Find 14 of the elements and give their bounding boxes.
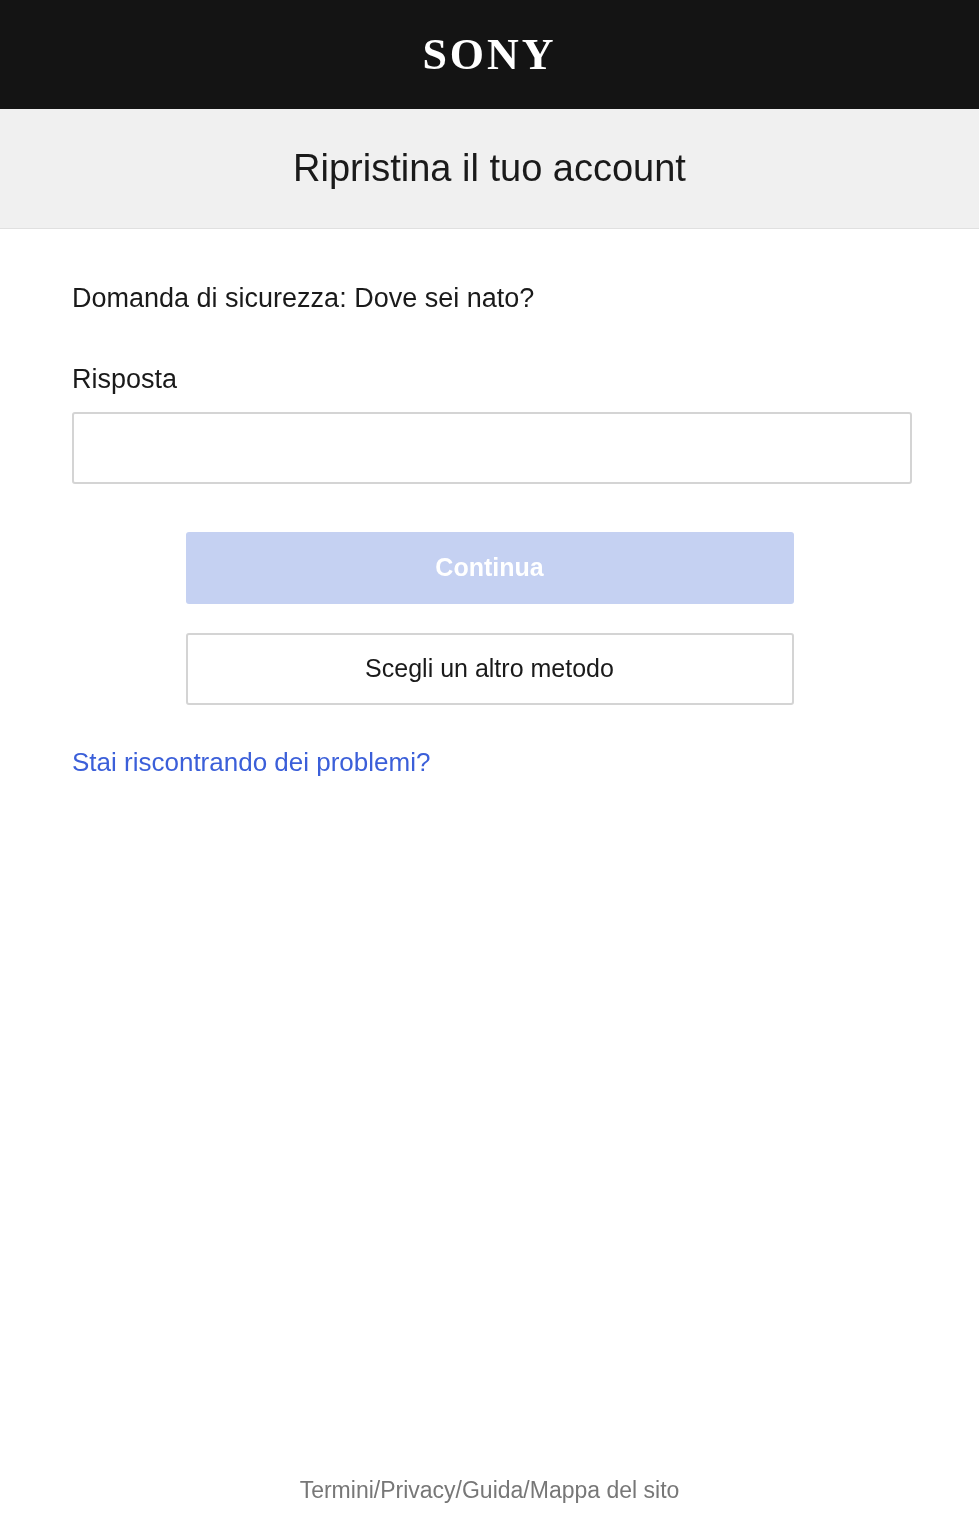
security-question: Domanda di sicurezza: Dove sei nato? (72, 282, 536, 315)
alternate-method-button[interactable]: Scegli un altro metodo (185, 633, 794, 705)
separator: / (373, 1476, 381, 1505)
footer-link[interactable]: Termini (299, 1475, 374, 1505)
logo: SONY (422, 32, 557, 77)
footer-link[interactable]: Mappa del sito (529, 1475, 680, 1505)
page-title: Ripristina il tuo account (293, 146, 686, 191)
separator: / (455, 1476, 462, 1505)
answer-field[interactable] (72, 412, 912, 484)
field-label: Risposta (72, 363, 178, 396)
separator: / (523, 1476, 530, 1505)
footer-link[interactable]: Guida (461, 1475, 524, 1505)
help-link[interactable]: Stai riscontrando dei problemi? (72, 743, 431, 782)
footer-link[interactable]: Privacy (380, 1475, 456, 1505)
